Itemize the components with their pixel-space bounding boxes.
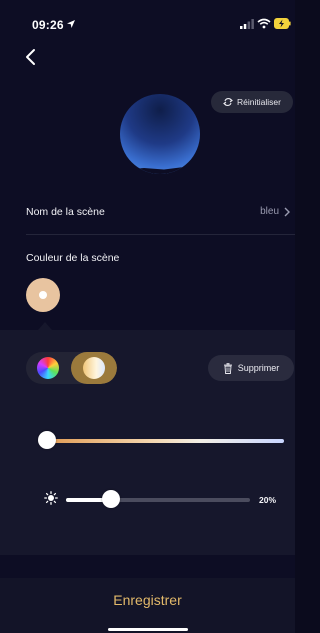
chevron-right-icon: [284, 207, 290, 217]
delete-label: Supprimer: [237, 363, 280, 373]
trash-icon: [223, 362, 232, 374]
status-time: 09:26: [32, 18, 64, 32]
status-bar: 09:26: [0, 0, 295, 36]
location-arrow-icon: [67, 20, 75, 28]
brightness-value: 20%: [259, 495, 277, 505]
color-edit-panel: Supprimer 20%: [0, 330, 295, 555]
scene-name-row[interactable]: Nom de la scène bleu: [0, 196, 295, 234]
reset-button[interactable]: Réinitialiser: [211, 91, 293, 113]
save-button[interactable]: Enregistrer: [0, 578, 295, 622]
brightness-thumb[interactable]: [101, 490, 120, 508]
temperature-thumb[interactable]: [38, 431, 56, 449]
sun-icon: [44, 491, 58, 505]
wifi-icon: [257, 18, 271, 29]
battery-charging-icon: [274, 18, 291, 29]
scene-name-value: bleu: [260, 206, 279, 217]
reset-icon: [223, 97, 233, 107]
temperature-track: [44, 439, 284, 443]
delete-button[interactable]: Supprimer: [208, 355, 294, 381]
scene-color-label: Couleur de la scène: [26, 252, 120, 264]
scene-name-label: Nom de la scène: [26, 206, 105, 218]
white-temperature-icon: [83, 357, 105, 379]
brightness-slider[interactable]: [66, 490, 250, 510]
scene-preview-image: [120, 94, 200, 174]
mode-rgb-button[interactable]: [26, 352, 71, 384]
swatch-pointer: [38, 322, 52, 330]
mode-white-button[interactable]: [71, 352, 117, 384]
scene-editor-screen: 09:26 Réinitialiser Nom de la scène bleu…: [0, 0, 295, 633]
signal-icon: [240, 19, 254, 29]
divider: [26, 234, 295, 235]
color-mode-toggle: [26, 352, 117, 384]
back-button[interactable]: [22, 47, 40, 67]
home-indicator: [108, 628, 188, 631]
color-temperature-slider[interactable]: [38, 431, 284, 451]
bottom-bar: Enregistrer: [0, 578, 295, 633]
reset-label: Réinitialiser: [237, 97, 281, 107]
color-wheel-icon: [37, 357, 59, 379]
scene-color-swatch[interactable]: [26, 278, 60, 312]
